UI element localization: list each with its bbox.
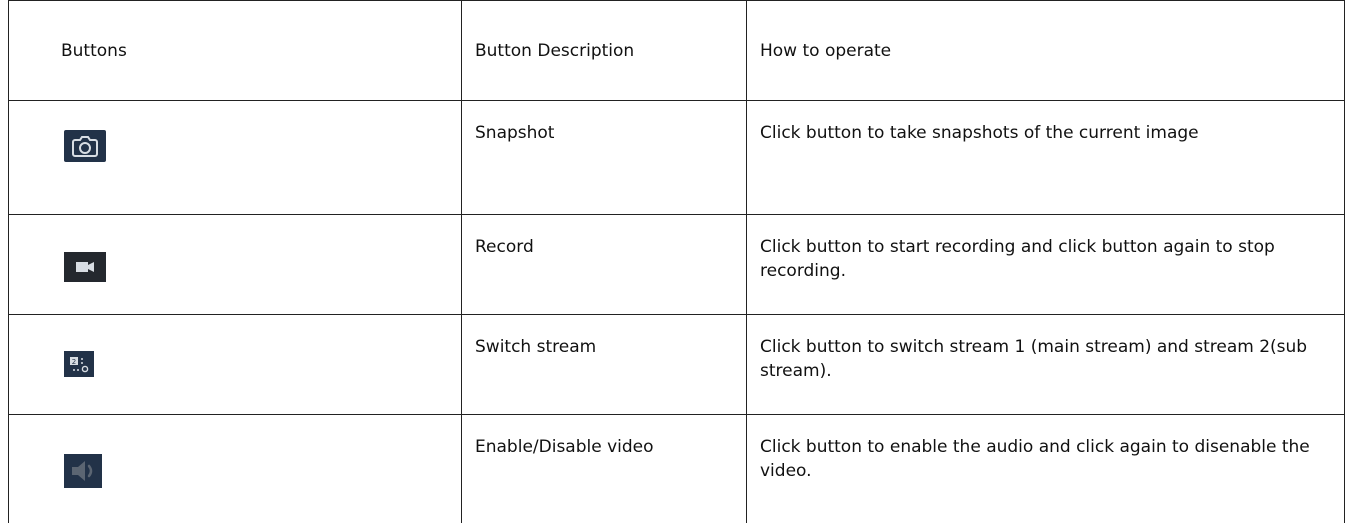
row-description: Snapshot: [462, 101, 746, 145]
camera-icon: [64, 130, 461, 162]
operate-cell: Click button to enable the audio and cli…: [747, 415, 1345, 523]
row-operate: Click button to enable the audio and cli…: [747, 415, 1344, 483]
row-operate: Click button to start recording and clic…: [747, 215, 1344, 283]
icon-cell: 2: [9, 315, 462, 415]
description-cell: Enable/Disable video: [462, 415, 747, 523]
header-description: Button Description: [462, 39, 746, 63]
icon-cell: [9, 101, 462, 215]
icon-cell: [9, 215, 462, 315]
description-cell: Snapshot: [462, 101, 747, 215]
row-description: Switch stream: [462, 315, 746, 359]
speaker-icon: [64, 454, 461, 488]
table-row: 2 Switch stream Click button to switch s…: [9, 315, 1345, 415]
table-row: Enable/Disable video Click button to ena…: [9, 415, 1345, 523]
operate-cell: Click button to switch stream 1 (main st…: [747, 315, 1345, 415]
header-cell-buttons: Buttons: [9, 1, 462, 101]
row-description: Record: [462, 215, 746, 259]
operate-cell: Click button to start recording and clic…: [747, 215, 1345, 315]
svg-text:2: 2: [72, 358, 76, 366]
icon-cell: [9, 415, 462, 523]
table-header-row: Buttons Button Description How to operat…: [9, 1, 1345, 101]
header-operate: How to operate: [747, 39, 1344, 63]
row-description: Enable/Disable video: [462, 415, 746, 459]
table-row: Record Click button to start recording a…: [9, 215, 1345, 315]
header-cell-operate: How to operate: [747, 1, 1345, 101]
video-camera-icon: [64, 252, 461, 282]
button-reference-table: Buttons Button Description How to operat…: [8, 0, 1343, 522]
table-row: Snapshot Click button to take snapshots …: [9, 101, 1345, 215]
header-cell-description: Button Description: [462, 1, 747, 101]
row-operate: Click button to switch stream 1 (main st…: [747, 315, 1344, 383]
table: Buttons Button Description How to operat…: [8, 0, 1345, 523]
row-operate: Click button to take snapshots of the cu…: [747, 101, 1344, 145]
operate-cell: Click button to take snapshots of the cu…: [747, 101, 1345, 215]
description-cell: Switch stream: [462, 315, 747, 415]
header-buttons: Buttons: [9, 39, 461, 63]
switch-stream-icon: 2: [64, 351, 461, 377]
description-cell: Record: [462, 215, 747, 315]
